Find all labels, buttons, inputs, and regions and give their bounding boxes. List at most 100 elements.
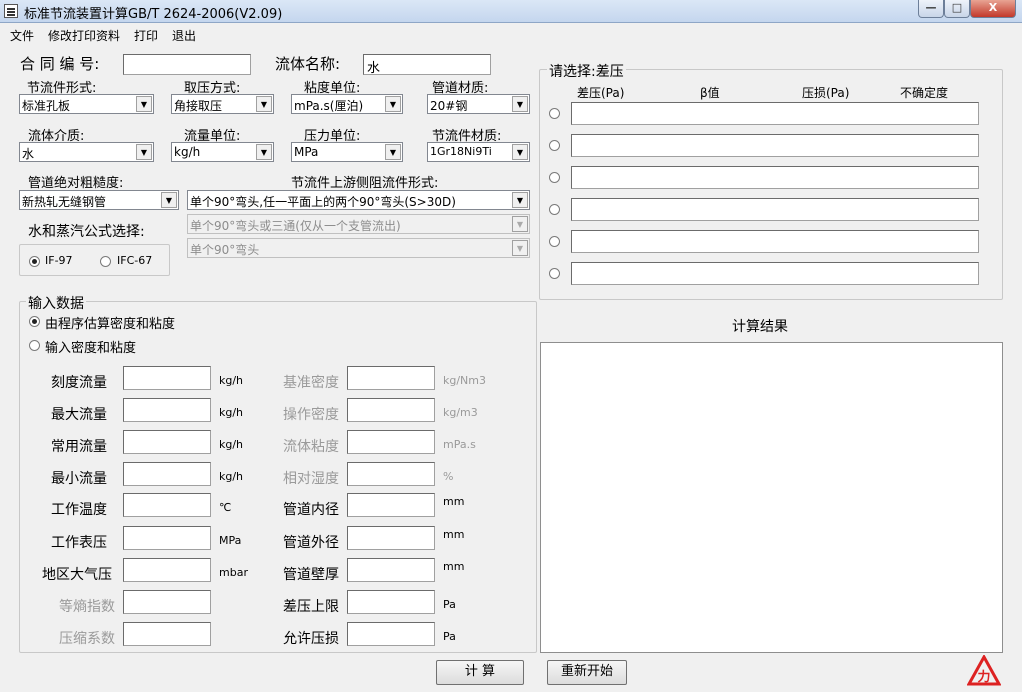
upstream-label: 节流件上游侧阻流件形式: xyxy=(291,176,439,191)
right-input-5[interactable] xyxy=(347,526,435,550)
left-label-0: 刻度流量 xyxy=(51,375,107,391)
svg-text:力: 力 xyxy=(977,669,990,685)
chevron-down-icon[interactable]: ▼ xyxy=(256,144,272,160)
select-radio-1[interactable] xyxy=(549,108,560,119)
ifc67-label: IFC-67 xyxy=(117,254,153,267)
left-input-3[interactable] xyxy=(123,462,211,486)
left-input-0[interactable] xyxy=(123,366,211,390)
right-input-0[interactable] xyxy=(347,366,435,390)
select-radio-6[interactable] xyxy=(549,268,560,279)
select-row-2[interactable] xyxy=(571,134,979,157)
right-unit-3: % xyxy=(443,470,454,483)
right-input-3[interactable] xyxy=(347,462,435,486)
menu-exit[interactable]: 退出 xyxy=(172,27,196,44)
header-ploss: 压损(Pa) xyxy=(802,86,850,100)
right-unit-2: mPa.s xyxy=(443,438,476,451)
contract-label: 合 同 编 号: xyxy=(20,55,100,73)
pipe-mat-select[interactable]: 20#钢 ▼ xyxy=(427,94,530,114)
left-input-1[interactable] xyxy=(123,398,211,422)
right-input-4[interactable] xyxy=(347,493,435,517)
tap-select[interactable]: 角接取压 ▼ xyxy=(171,94,274,114)
fluid-name-input[interactable]: 水 xyxy=(363,54,491,76)
menu-print[interactable]: 打印 xyxy=(134,27,158,44)
element-type-select[interactable]: 标准孔板 ▼ xyxy=(19,94,154,114)
right-label-6: 管道壁厚 xyxy=(283,567,339,583)
press-unit-select[interactable]: MPa ▼ xyxy=(291,142,403,162)
menu-edit-print[interactable]: 修改打印资料 xyxy=(48,27,120,44)
app-icon xyxy=(4,4,18,18)
upstream-select-1[interactable]: 单个90°弯头,任一平面上的两个90°弯头(S>30D) ▼ xyxy=(187,190,530,210)
upstream-select-2: 单个90°弯头或三通(仅从一个支管流出) ▼ xyxy=(187,214,530,234)
left-unit-5: MPa xyxy=(219,534,242,547)
select-row-5[interactable] xyxy=(571,230,979,253)
right-label-1: 操作密度 xyxy=(283,407,339,423)
right-input-2[interactable] xyxy=(347,430,435,454)
left-input-2[interactable] xyxy=(123,430,211,454)
left-unit-6: mbar xyxy=(219,566,248,579)
chevron-down-icon[interactable]: ▼ xyxy=(161,192,177,208)
select-row-4[interactable] xyxy=(571,198,979,221)
visc-unit-select[interactable]: mPa.s(厘泊) ▼ xyxy=(291,94,403,114)
right-label-5: 管道外径 xyxy=(283,535,339,551)
right-label-2: 流体粘度 xyxy=(283,439,339,455)
medium-select[interactable]: 水 ▼ xyxy=(19,142,154,162)
left-label-3: 最小流量 xyxy=(51,471,107,487)
select-radio-3[interactable] xyxy=(549,172,560,183)
result-box[interactable] xyxy=(540,342,1003,653)
upstream-select-3: 单个90°弯头 ▼ xyxy=(187,238,530,258)
chevron-down-icon[interactable]: ▼ xyxy=(512,144,528,160)
right-unit-4: mm xyxy=(443,495,465,508)
restart-button[interactable]: 重新开始 xyxy=(547,660,627,685)
select-radio-4[interactable] xyxy=(549,204,560,215)
left-input-6[interactable] xyxy=(123,558,211,582)
right-unit-5: mm xyxy=(443,528,465,541)
select-row-6[interactable] xyxy=(571,262,979,285)
left-unit-1: kg/h xyxy=(219,406,244,419)
roughness-label: 管道绝对粗糙度: xyxy=(28,176,124,191)
ifc67-radio[interactable] xyxy=(100,256,111,267)
chevron-down-icon[interactable]: ▼ xyxy=(256,96,272,112)
right-unit-6: mm xyxy=(443,560,465,573)
if97-radio[interactable] xyxy=(29,256,40,267)
estimate-label: 由程序估算密度和粘度 xyxy=(45,317,176,332)
select-radio-2[interactable] xyxy=(549,140,560,151)
left-unit-4: ℃ xyxy=(219,501,232,514)
chevron-down-icon[interactable]: ▼ xyxy=(385,96,401,112)
chevron-down-icon[interactable]: ▼ xyxy=(136,144,152,160)
maximize-button[interactable]: □ xyxy=(944,0,970,18)
contract-input[interactable] xyxy=(123,54,251,75)
chevron-down-icon[interactable]: ▼ xyxy=(512,192,528,208)
estimate-radio[interactable] xyxy=(29,316,40,327)
select-row-3[interactable] xyxy=(571,166,979,189)
close-button[interactable]: X xyxy=(970,0,1016,18)
left-input-7[interactable] xyxy=(123,590,211,614)
menu-file[interactable]: 文件 xyxy=(10,27,34,44)
minimize-button[interactable]: — xyxy=(918,0,944,18)
chevron-down-icon[interactable]: ▼ xyxy=(512,96,528,112)
left-input-5[interactable] xyxy=(123,526,211,550)
right-input-6[interactable] xyxy=(347,558,435,582)
left-input-8[interactable] xyxy=(123,622,211,646)
menu-bar: 文件 修改打印资料 打印 退出 xyxy=(0,24,1022,44)
roughness-select[interactable]: 新热轧无缝钢管 ▼ xyxy=(19,190,179,210)
right-input-1[interactable] xyxy=(347,398,435,422)
right-label-7: 差压上限 xyxy=(283,599,339,615)
elem-mat-select[interactable]: 1Gr18Ni9Ti ▼ xyxy=(427,142,530,162)
right-input-7[interactable] xyxy=(347,590,435,614)
right-unit-1: kg/m3 xyxy=(443,406,478,419)
input-title: 输入数据 xyxy=(26,293,86,313)
left-input-4[interactable] xyxy=(123,493,211,517)
calculate-button[interactable]: 计 算 xyxy=(436,660,524,685)
manual-radio[interactable] xyxy=(29,340,40,351)
header-beta: β值 xyxy=(700,86,720,100)
chevron-down-icon[interactable]: ▼ xyxy=(385,144,401,160)
flow-unit-select[interactable]: kg/h ▼ xyxy=(171,142,274,162)
chevron-down-icon[interactable]: ▼ xyxy=(136,96,152,112)
right-label-4: 管道内径 xyxy=(283,502,339,518)
chevron-down-icon: ▼ xyxy=(512,240,528,256)
select-radio-5[interactable] xyxy=(549,236,560,247)
formula-label: 水和蒸汽公式选择: xyxy=(28,224,145,240)
left-label-6: 地区大气压 xyxy=(42,567,112,583)
right-input-8[interactable] xyxy=(347,622,435,646)
select-row-1[interactable] xyxy=(571,102,979,125)
